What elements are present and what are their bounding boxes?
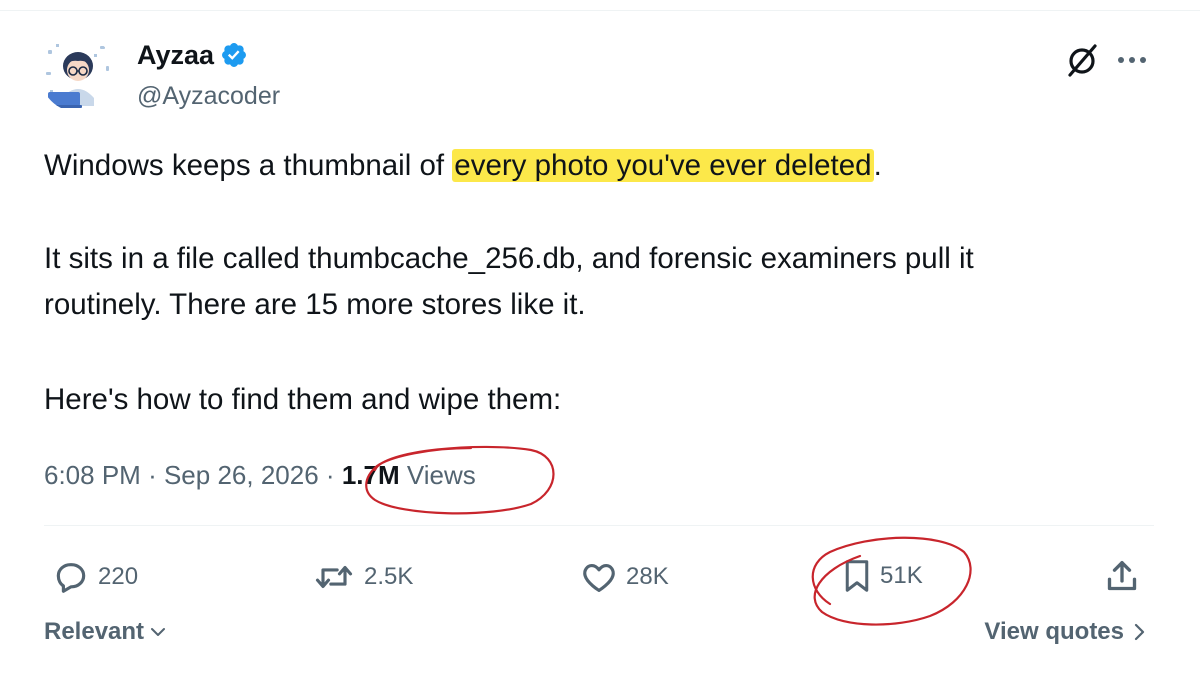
verified-badge-icon[interactable] (220, 41, 248, 69)
top-divider (0, 10, 1200, 11)
tweet-meta-row: 6:08 PM · Sep 26, 2026 · 1.7M Views (44, 455, 476, 495)
repost-arrows-icon (315, 566, 353, 588)
share-button[interactable] (1102, 556, 1142, 596)
share-upload-icon (1107, 561, 1137, 591)
bookmark-button[interactable]: 51K (842, 558, 923, 594)
repost-button[interactable]: 2.5K (312, 558, 413, 596)
reply-count: 220 (98, 563, 139, 590)
meta-separator-2: · (325, 460, 335, 490)
action-divider (44, 525, 1154, 526)
tweet-text-line-2: It sits in a file called thumbcache_256.… (44, 242, 974, 275)
reply-sort-dropdown[interactable]: Relevant (44, 618, 168, 646)
view-quotes-link[interactable]: View quotes (984, 618, 1148, 646)
views-label: Views (406, 460, 476, 490)
author-name-row[interactable]: Ayzaa (137, 38, 248, 72)
grok-slash-circle-icon[interactable] (1062, 40, 1102, 80)
reply-bubble-icon (56, 563, 86, 593)
reply-button[interactable]: 220 (52, 558, 138, 596)
tweet-text-highlight: every photo you've ever deleted (452, 149, 874, 182)
repost-count: 2.5K (364, 563, 414, 590)
tweet-text-line-3: routinely. There are 15 more stores like… (44, 288, 586, 321)
bookmark-icon (845, 560, 869, 592)
tweet-detail-card: Ayzaa @Ayzacoder Windows keeps a thumbna… (0, 0, 1200, 675)
avatar[interactable] (40, 36, 116, 112)
heart-icon (583, 564, 615, 593)
author-display-name[interactable]: Ayzaa (137, 38, 214, 72)
like-count: 28K (626, 563, 669, 590)
views-count: 1.7M (341, 460, 400, 490)
meta-separator: · (148, 460, 157, 490)
tweet-text-suffix: . (873, 149, 882, 182)
more-dots-icon[interactable] (1112, 42, 1152, 78)
view-quotes-label: View quotes (984, 618, 1124, 645)
chevron-right-icon (1134, 623, 1145, 641)
tweet-text-line-1: Windows keeps a thumbnail of every photo… (44, 143, 882, 189)
tweet-time[interactable]: 6:08 PM (44, 460, 141, 490)
avatar-illustration (40, 36, 116, 112)
chevron-down-icon (151, 628, 166, 636)
like-button[interactable]: 28K (580, 558, 669, 596)
reply-sort-label: Relevant (44, 618, 145, 645)
bookmark-count: 51K (880, 562, 923, 589)
author-handle[interactable]: @Ayzacoder (137, 80, 280, 112)
tweet-text-line-4: Here's how to find them and wipe them: (44, 383, 562, 416)
tweet-text-prefix: Windows keeps a thumbnail of (44, 149, 453, 182)
tweet-date[interactable]: Sep 26, 2026 (164, 460, 319, 490)
